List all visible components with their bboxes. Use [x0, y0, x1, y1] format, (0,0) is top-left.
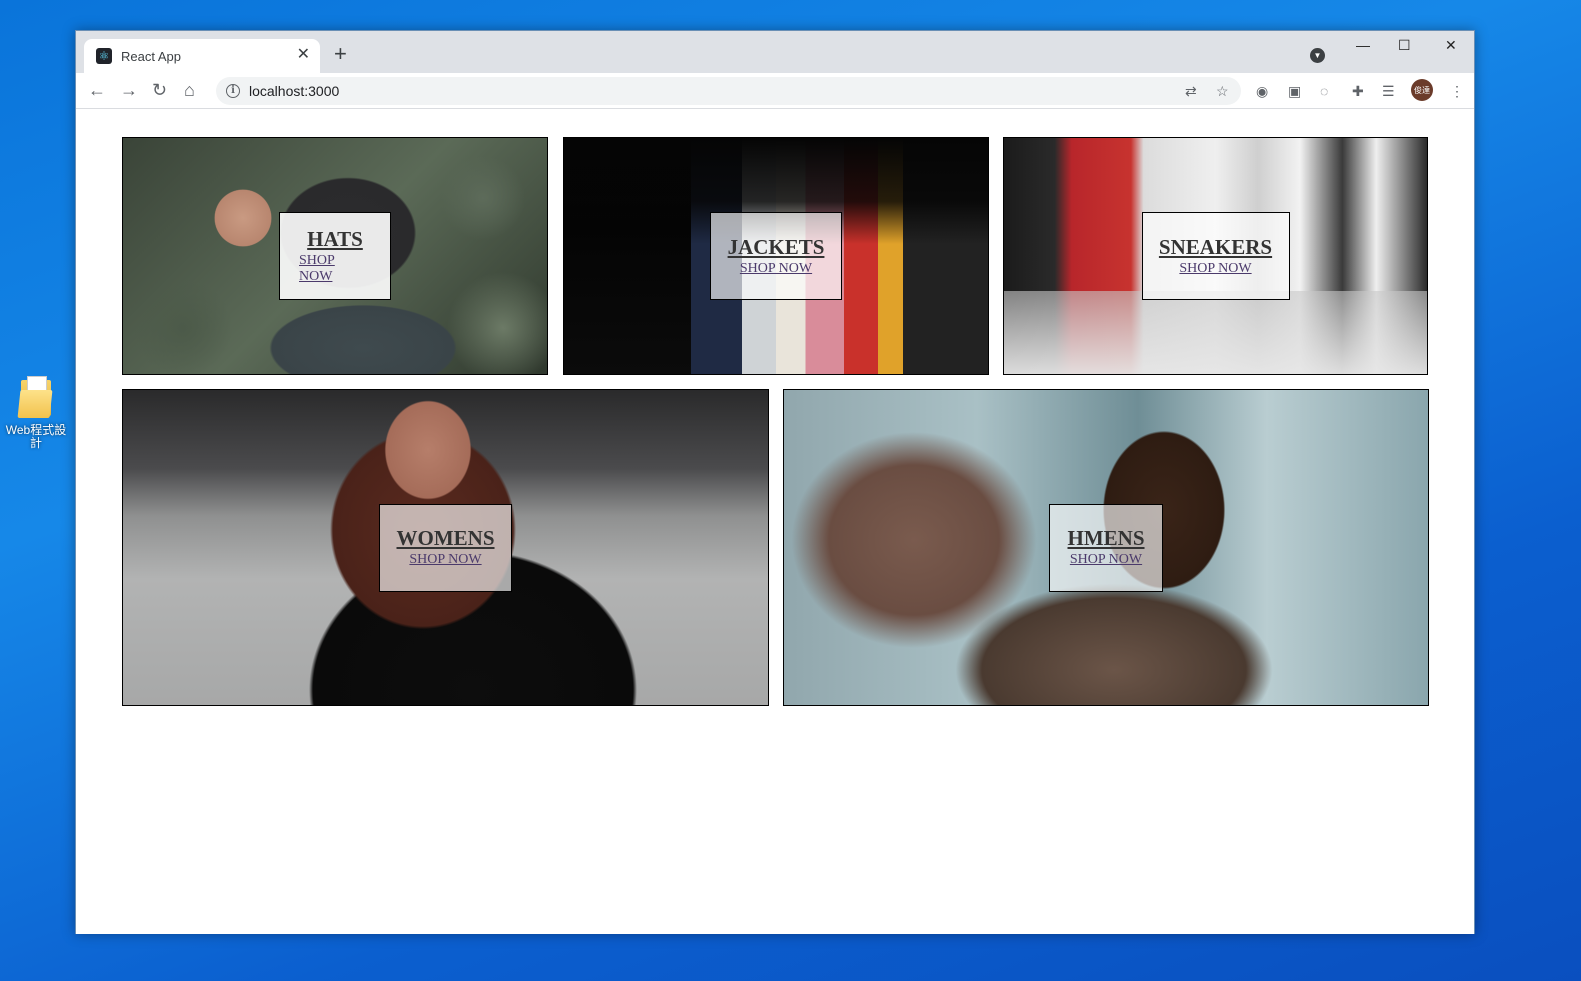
tab-strip: ⚛ React App ✕ + ▼ — ☐ ✕ [76, 31, 1474, 73]
menu-item-jackets[interactable]: JACKETS SHOP NOW [563, 137, 989, 375]
desktop-folder-shortcut[interactable]: Web程式設計 [2, 376, 70, 450]
info-icon[interactable]: i [226, 84, 240, 98]
back-arrow-icon[interactable]: ← [88, 80, 106, 100]
mens-shop-now[interactable]: SHOP NOW [1070, 552, 1142, 568]
womens-label-box[interactable]: WOMENS SHOP NOW [379, 503, 512, 592]
tab-title: React App [121, 48, 181, 64]
jackets-shop-now[interactable]: SHOP NOW [740, 261, 812, 277]
hats-label-box[interactable]: HATS SHOP NOW [279, 212, 391, 300]
sneakers-shop-now[interactable]: SHOP NOW [1179, 261, 1251, 277]
menu-item-sneakers[interactable]: SNEAKERS SHOP NOW [1003, 137, 1428, 375]
hats-title: HATS [307, 226, 363, 251]
hats-shop-now[interactable]: SHOP NOW [299, 253, 371, 285]
folder-icon [17, 376, 53, 418]
tab-search-icon[interactable]: ▼ [1310, 48, 1325, 63]
translate-icon[interactable]: ⇄ [1185, 82, 1197, 100]
reading-list-icon[interactable]: ☰ [1382, 82, 1395, 100]
extension-icon[interactable]: ◌ [1320, 82, 1328, 100]
new-tab-button[interactable]: + [334, 43, 347, 65]
reload-icon[interactable]: ↻ [152, 80, 167, 100]
tab-react-app[interactable]: ⚛ React App ✕ [84, 39, 320, 73]
minimize-button[interactable]: — [1356, 36, 1370, 54]
extensions-puzzle-icon[interactable]: ✚ [1352, 82, 1364, 100]
extension-icon[interactable]: ◉ [1256, 82, 1268, 100]
browser-toolbar: ← → ↻ ⌂ i localhost:3000 ⇄ ☆ ◉ ▣ ◌ ✚ ☰ 俊… [76, 73, 1474, 109]
forward-arrow-icon[interactable]: → [120, 80, 138, 100]
desktop-icon-label: Web程式設計 [5, 423, 67, 450]
address-bar[interactable]: i localhost:3000 ⇄ ☆ [216, 77, 1241, 105]
mens-label-box[interactable]: HMENS SHOP NOW [1049, 503, 1163, 592]
sneakers-label-box[interactable]: SNEAKERS SHOP NOW [1141, 212, 1290, 300]
menu-item-hats[interactable]: HATS SHOP NOW [122, 137, 548, 375]
url-text[interactable]: localhost:3000 [249, 83, 339, 99]
menu-item-womens[interactable]: WOMENS SHOP NOW [122, 389, 769, 706]
mens-title: HMENS [1067, 526, 1145, 550]
sneakers-title: SNEAKERS [1158, 234, 1273, 259]
maximize-button[interactable]: ☐ [1398, 36, 1411, 54]
tab-close-icon[interactable]: ✕ [297, 47, 310, 63]
profile-avatar[interactable]: 俊達 [1411, 79, 1433, 101]
page-viewport: HATS SHOP NOW JACKETS SHOP NOW SNEAKERS … [76, 110, 1474, 934]
react-favicon-icon: ⚛ [96, 48, 112, 64]
jackets-title: JACKETS [727, 234, 825, 259]
close-window-button[interactable]: ✕ [1445, 36, 1457, 54]
womens-shop-now[interactable]: SHOP NOW [409, 552, 481, 568]
menu-dots-icon[interactable]: ⋮ [1450, 82, 1464, 100]
star-icon[interactable]: ☆ [1216, 82, 1229, 100]
browser-window: ⚛ React App ✕ + ▼ — ☐ ✕ ← → ↻ ⌂ i localh… [75, 30, 1475, 934]
extension-icon[interactable]: ▣ [1288, 82, 1301, 100]
menu-item-mens[interactable]: HMENS SHOP NOW [783, 389, 1429, 706]
womens-title: WOMENS [396, 526, 495, 550]
jackets-label-box[interactable]: JACKETS SHOP NOW [710, 212, 842, 300]
home-icon[interactable]: ⌂ [184, 80, 195, 100]
